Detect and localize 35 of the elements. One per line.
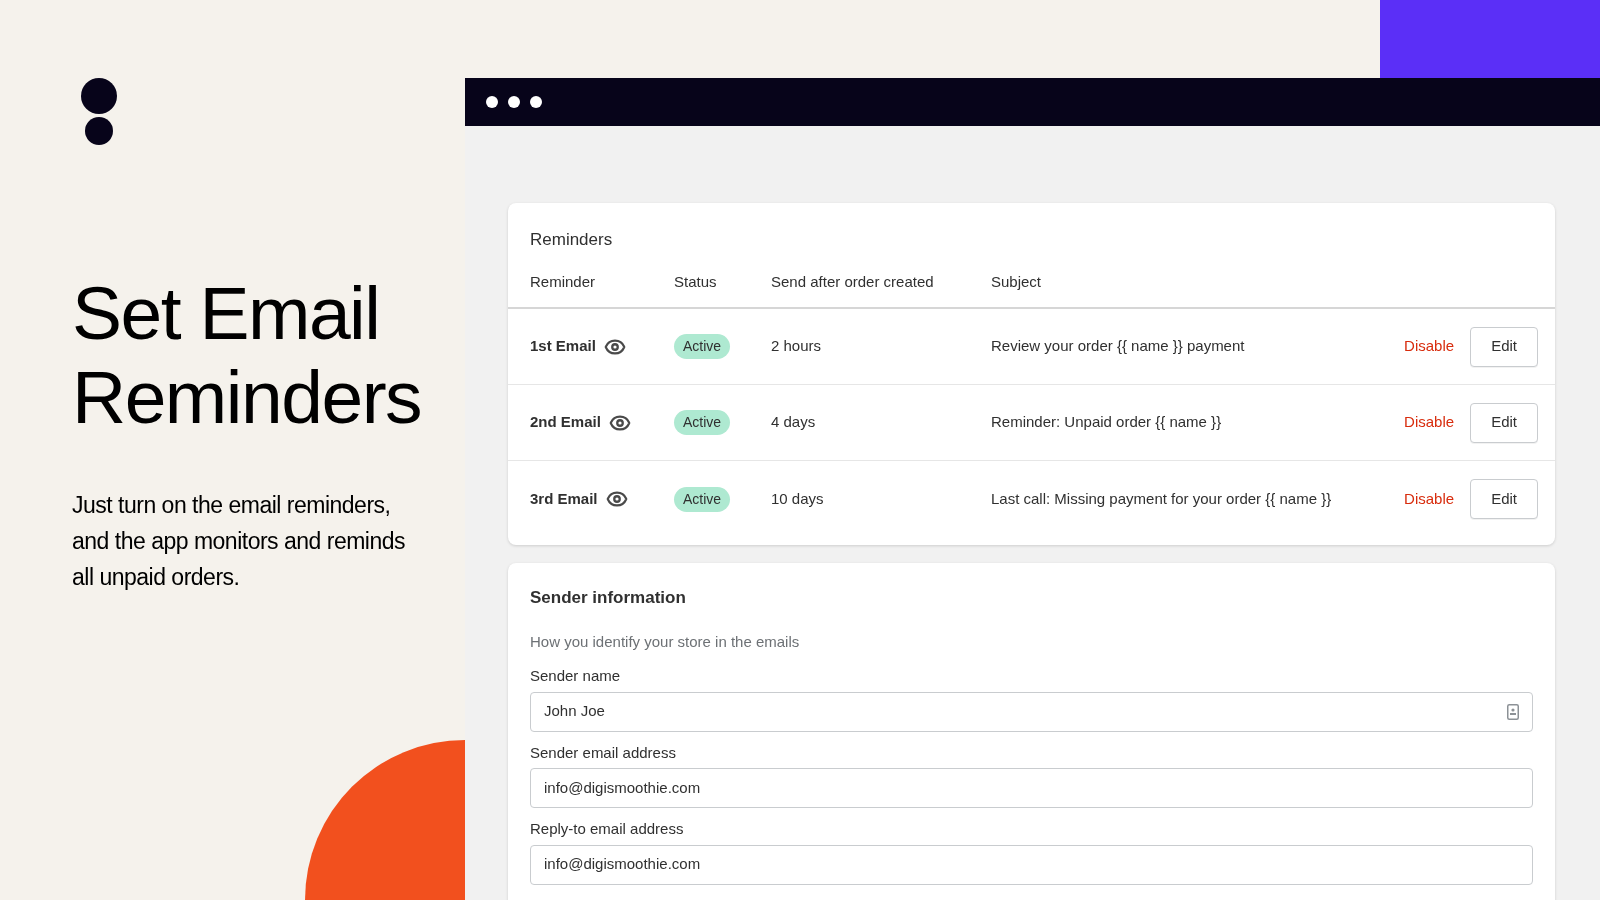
- column-header: Status: [674, 252, 771, 309]
- table-cell-text: Reminder: Unpaid order {{ name }}: [991, 412, 1222, 433]
- status-badge: Active: [674, 410, 731, 435]
- edit-button[interactable]: Edit: [1470, 479, 1538, 519]
- field-label: Reply-to email address: [530, 819, 685, 839]
- status-badge: Active: [674, 334, 731, 359]
- disable-link[interactable]: Disable: [1404, 335, 1455, 358]
- status-badge: Active: [674, 486, 731, 512]
- field-label: Sender email address: [530, 742, 677, 763]
- column-header: Send after order created: [771, 252, 991, 309]
- edit-button[interactable]: Edit: [1470, 326, 1538, 367]
- column-header: Subject: [991, 252, 1405, 309]
- table-cell-text: 2 hours: [771, 336, 822, 357]
- column-header: Reminder: [508, 252, 674, 309]
- table-cell-text: 4 days: [771, 412, 816, 433]
- field-label: Sender name: [530, 666, 622, 686]
- contact-card-icon[interactable]: [1507, 703, 1519, 720]
- disable-link[interactable]: Disable: [1404, 487, 1455, 511]
- reminder-name: 3rd Email: [530, 488, 598, 509]
- table-cell-text: Review your order {{ name }} payment: [991, 336, 1245, 357]
- table-cell-text: 10 days: [771, 488, 824, 509]
- edit-button[interactable]: Edit: [1470, 402, 1538, 443]
- text-input[interactable]: info@digismoothie.com: [530, 844, 1533, 885]
- table-cell-text: Last call: Missing payment for your order {{ name }}: [991, 488, 1332, 509]
- card-title: Sender information: [530, 587, 687, 609]
- card-title: Reminders: [529, 229, 614, 251]
- text-input[interactable]: info@digismoothie.com: [530, 768, 1533, 808]
- text-input[interactable]: John Joe: [530, 691, 1533, 732]
- headline: Set Email Reminders: [72, 271, 423, 439]
- card-description: How you identify your store in the emails: [530, 631, 801, 652]
- reminder-name: 1st Email: [530, 336, 596, 357]
- reminder-name: 2nd Email: [530, 412, 601, 433]
- disable-link[interactable]: Disable: [1404, 411, 1455, 434]
- logo-icon: [80, 78, 118, 146]
- description: Just turn on the email reminders, and the app monitors and reminds all unpaid orders.: [72, 491, 407, 592]
